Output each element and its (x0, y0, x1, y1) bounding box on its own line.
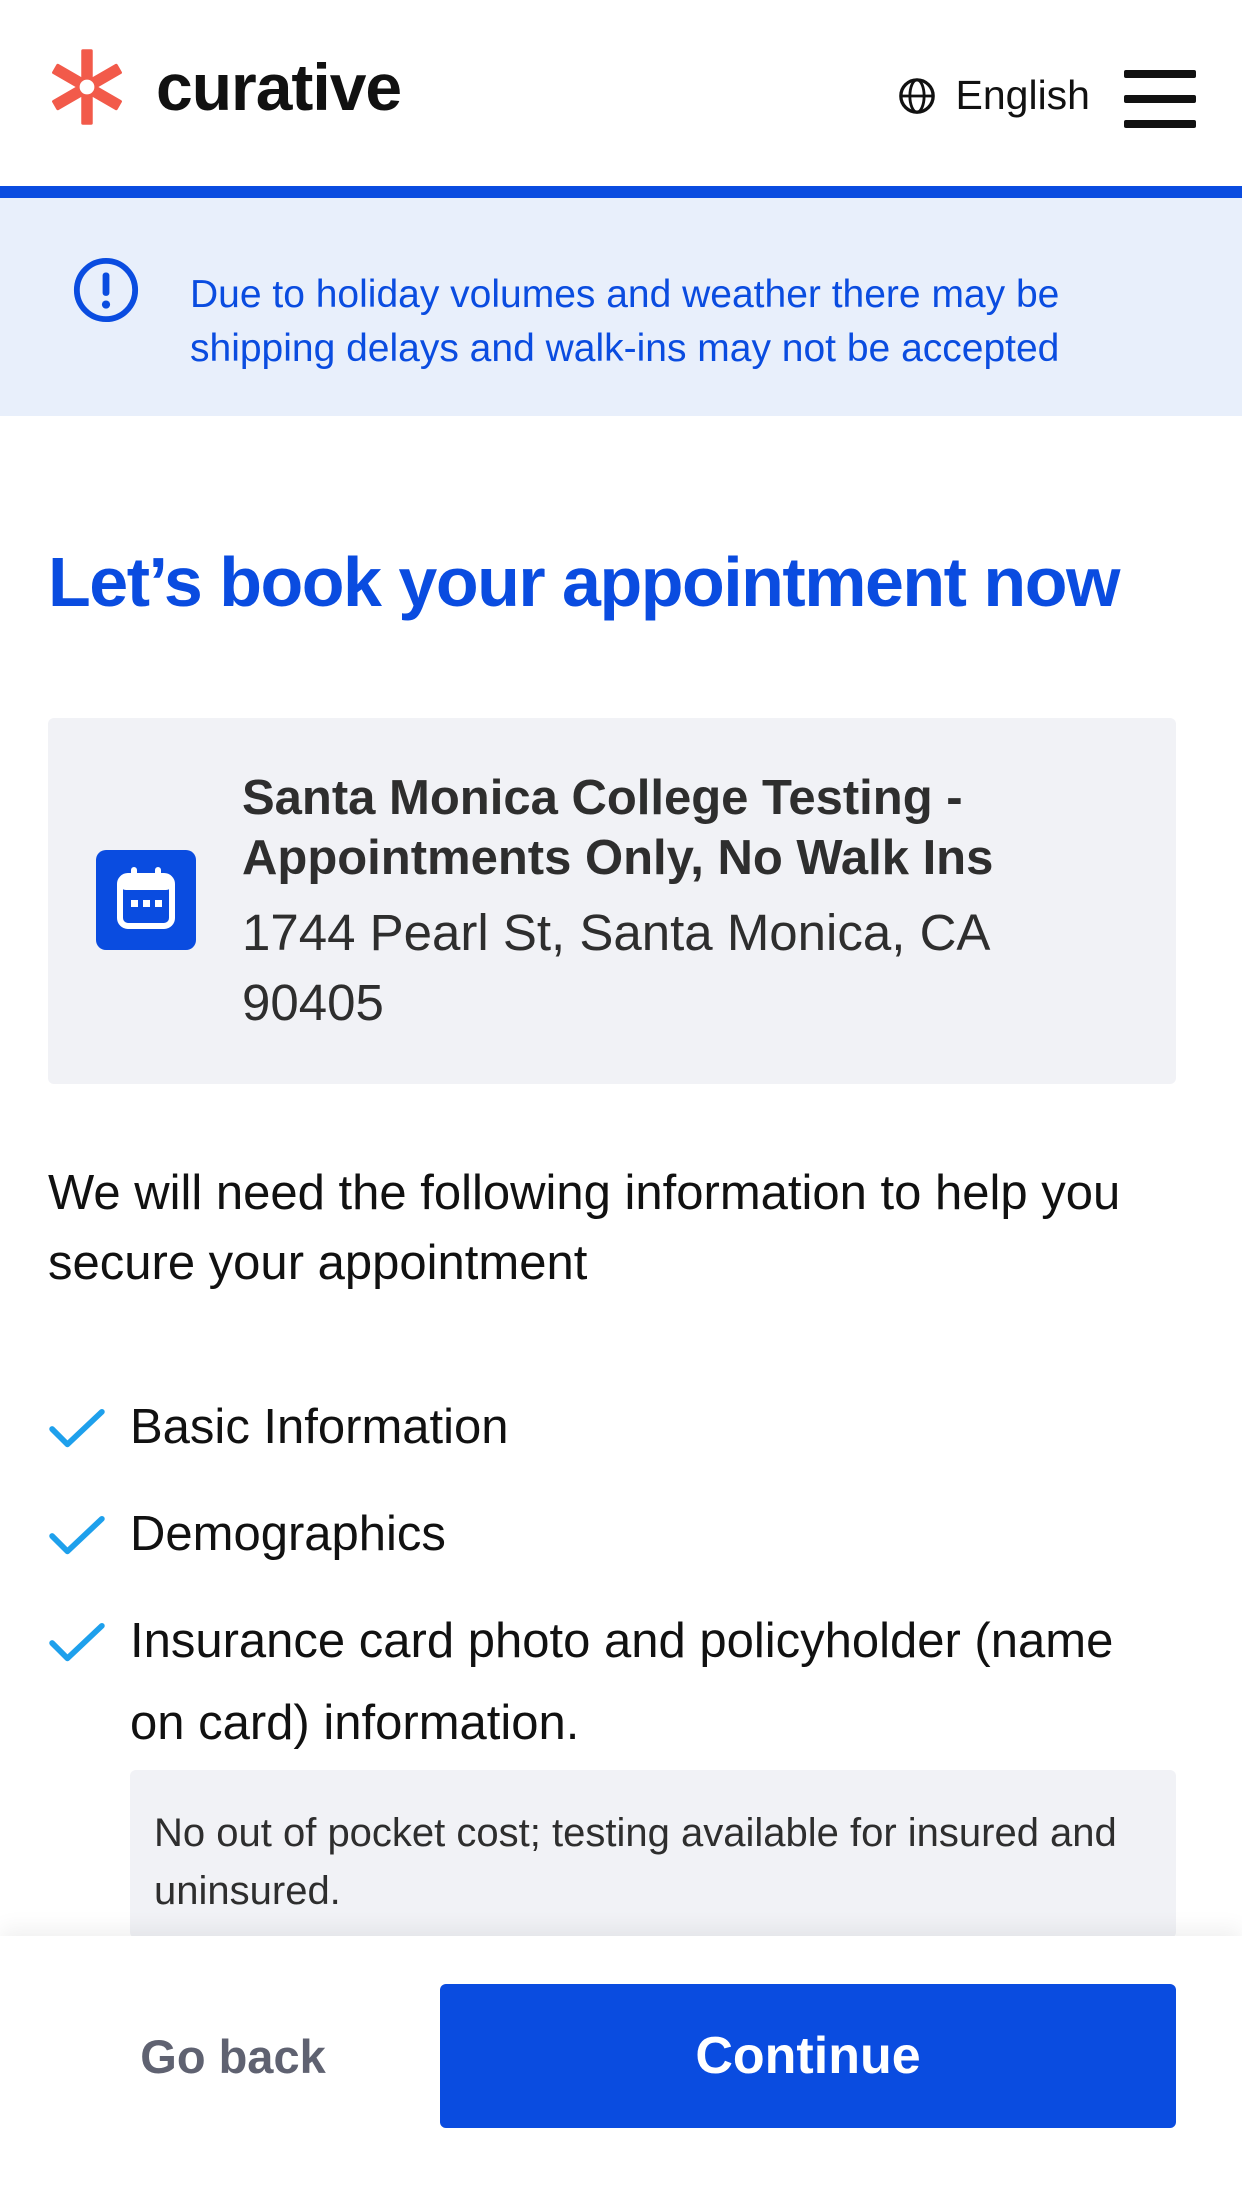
list-item: Insurance card photo and policyholder (n… (48, 1600, 1178, 1764)
calendar-icon (96, 850, 196, 950)
top-header: curative English (0, 0, 1242, 198)
hamburger-menu-icon[interactable] (1124, 70, 1196, 128)
checkmark-icon (49, 1408, 105, 1448)
cost-note: No out of pocket cost; testing available… (130, 1770, 1176, 1938)
language-selector[interactable]: English (898, 72, 1090, 119)
location-address: 1744 Pearl St, Santa Monica, CA 90405 (242, 904, 988, 1031)
asterisk-logo-icon (52, 49, 122, 125)
list-item-label: Insurance card photo and policyholder (n… (130, 1614, 1114, 1750)
location-card: Santa Monica College Testing - Appointme… (48, 718, 1176, 1084)
page-title: Let’s book your appointment now (48, 543, 1120, 621)
menu-line (1124, 70, 1196, 78)
notice-banner: Due to holiday volumes and weather there… (0, 198, 1242, 416)
checkmark-icon (49, 1622, 105, 1662)
go-back-button[interactable]: Go back (48, 1984, 418, 2128)
continue-button[interactable]: Continue (440, 1984, 1176, 2128)
curative-logo[interactable]: curative (46, 42, 402, 132)
list-item-label: Demographics (130, 1507, 446, 1561)
alert-circle-icon (73, 257, 139, 323)
list-item-label: Basic Information (130, 1400, 509, 1454)
language-label: English (955, 72, 1090, 118)
banner-message: Due to holiday volumes and weather there… (190, 273, 1060, 370)
list-item: Basic Information (48, 1386, 1178, 1468)
list-item: Demographics (48, 1493, 1178, 1575)
action-footer: Go back Continue (0, 1936, 1242, 2208)
location-name: Santa Monica College Testing - Appointme… (242, 771, 994, 885)
menu-line (1124, 95, 1196, 103)
menu-line (1124, 120, 1196, 128)
logo-text: curative (156, 50, 402, 124)
requirements-checklist: Basic Information Demographics Insurance… (48, 1386, 1178, 1789)
checkmark-icon (49, 1515, 105, 1555)
info-intro: We will need the following information t… (48, 1166, 1121, 1290)
globe-icon (898, 77, 935, 114)
